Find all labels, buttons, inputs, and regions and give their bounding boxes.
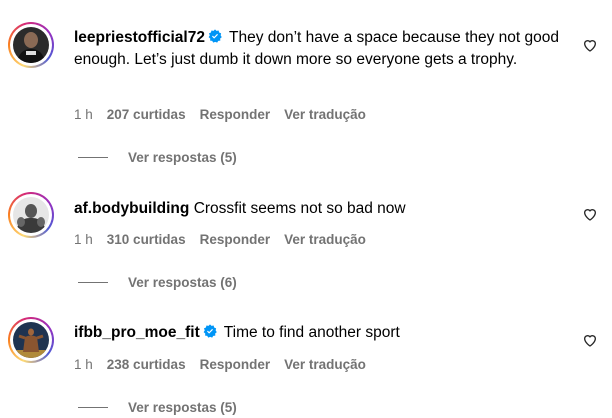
comment-text: Crossfit seems not so bad now [193, 200, 406, 217]
divider-line [78, 157, 108, 158]
comment-body: af.bodybuilding Crossfit seems not so ba… [74, 198, 579, 220]
view-replies-label: Ver respostas (5) [128, 400, 237, 415]
avatar[interactable] [8, 192, 54, 238]
translate-button[interactable]: Ver tradução [284, 232, 366, 247]
view-replies-button[interactable]: Ver respostas (5) [78, 400, 237, 415]
divider-line [78, 282, 108, 283]
comment-body: ifbb_pro_moe_fit Time to find another sp… [74, 322, 579, 344]
translate-button[interactable]: Ver tradução [284, 357, 366, 372]
reply-button[interactable]: Responder [200, 357, 271, 372]
heart-icon[interactable] [582, 332, 598, 348]
comment-time[interactable]: 1 h [74, 232, 93, 247]
likes-count[interactable]: 238 curtidas [107, 357, 186, 372]
reply-button[interactable]: Responder [200, 232, 271, 247]
comment-username[interactable]: af.bodybuilding [74, 200, 189, 217]
divider-line [78, 407, 108, 408]
avatar-photo-icon [13, 197, 49, 233]
comment-text: Time to find another sport [219, 324, 400, 341]
comment-item: ifbb_pro_moe_fit Time to find another sp… [0, 0, 612, 415]
comment-meta: 1 h 310 curtidas Responder Ver tradução [74, 232, 380, 247]
view-replies-button[interactable]: Ver respostas (5) [78, 150, 237, 165]
comment-username[interactable]: ifbb_pro_moe_fit [74, 324, 200, 341]
view-replies-button[interactable]: Ver respostas (6) [78, 275, 237, 290]
view-replies-label: Ver respostas (6) [128, 275, 237, 290]
likes-count[interactable]: 310 curtidas [107, 232, 186, 247]
comment-time[interactable]: 1 h [74, 357, 93, 372]
comment-meta: 1 h 238 curtidas Responder Ver tradução [74, 357, 380, 372]
verified-badge-icon [203, 324, 217, 338]
avatar-photo-icon [13, 322, 49, 358]
avatar[interactable] [8, 317, 54, 363]
heart-icon[interactable] [582, 206, 598, 222]
view-replies-label: Ver respostas (5) [128, 150, 237, 165]
